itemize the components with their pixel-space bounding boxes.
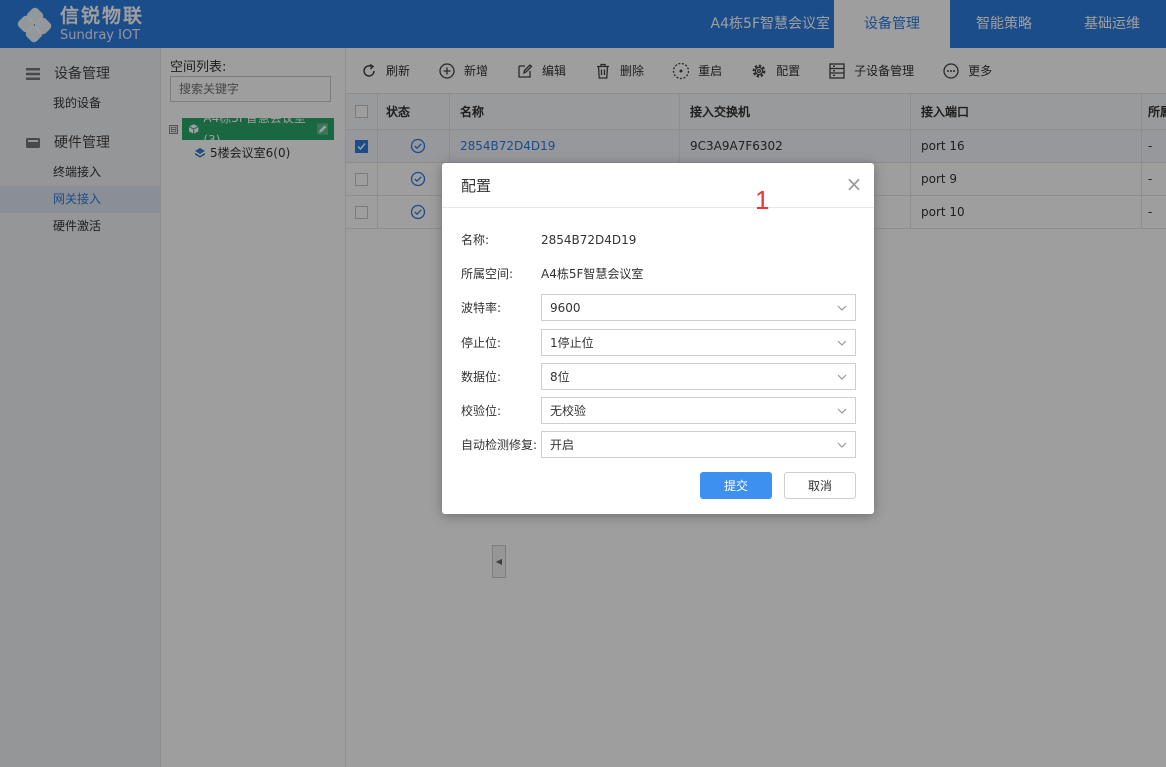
chevron-down-icon — [837, 442, 847, 448]
baud-rate-select[interactable]: 9600 — [541, 294, 856, 321]
auto-label: 自动检测修复: — [461, 438, 538, 452]
parity-select[interactable]: 无校验 — [541, 397, 856, 424]
chevron-down-icon — [837, 305, 847, 311]
stop-label: 停止位: — [461, 336, 502, 350]
name-value: 2854B72D4D19 — [541, 232, 637, 247]
chevron-down-icon — [837, 340, 847, 346]
data-bit-value: 8位 — [550, 370, 570, 384]
chevron-down-icon — [837, 408, 847, 414]
stop-bit-select[interactable]: 1停止位 — [541, 329, 856, 356]
parity-label: 校验位: — [461, 404, 502, 418]
baud-label: 波特率: — [461, 301, 502, 315]
baud-rate-value: 9600 — [550, 300, 581, 315]
space-label: 所属空间: — [461, 267, 514, 281]
auto-repair-value: 开启 — [550, 438, 575, 452]
form-row-stop: 停止位: 1停止位 — [461, 329, 856, 356]
form-row-auto: 自动检测修复: 开启 — [461, 431, 856, 458]
stop-bit-value: 1停止位 — [550, 336, 594, 350]
dialog-title: 配置 — [461, 177, 492, 195]
name-label: 名称: — [461, 233, 490, 247]
form-row-parity: 校验位: 无校验 — [461, 397, 856, 424]
chevron-down-icon — [837, 374, 847, 380]
auto-repair-select[interactable]: 开启 — [541, 431, 856, 458]
dialog-header: 配置 1 × — [442, 163, 874, 215]
config-dialog: 配置 1 × 名称: 2854B72D4D19 所属空间: A4栋5F智慧会议室… — [442, 163, 874, 514]
form-row-space: 所属空间: A4栋5F智慧会议室 — [461, 265, 856, 282]
close-icon[interactable]: × — [844, 174, 864, 195]
form-row-data: 数据位: 8位 — [461, 363, 856, 390]
data-label: 数据位: — [461, 370, 502, 384]
submit-button[interactable]: 提交 — [700, 472, 772, 499]
parity-value: 无校验 — [550, 404, 587, 418]
form-row-name: 名称: 2854B72D4D19 — [461, 231, 856, 248]
annotation-marker: 1 — [755, 185, 770, 215]
data-bit-select[interactable]: 8位 — [541, 363, 856, 390]
cancel-button[interactable]: 取消 — [784, 472, 856, 499]
form-row-baud: 波特率: 9600 — [461, 294, 856, 321]
space-value: A4栋5F智慧会议室 — [541, 267, 644, 281]
